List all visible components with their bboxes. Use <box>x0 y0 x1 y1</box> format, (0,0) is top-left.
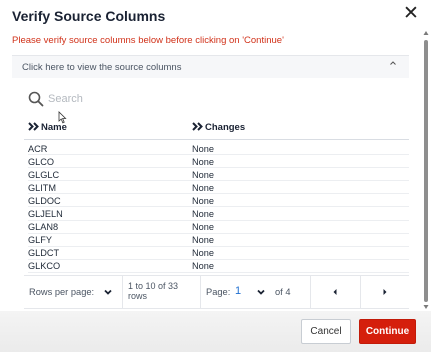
source-columns-toggle-label: Click here to view the source columns <box>22 62 182 73</box>
cell-changes: None <box>192 143 214 154</box>
dialog-header: Verify Source Columns ✕ <box>0 0 431 32</box>
table-row: ACR None <box>28 142 409 156</box>
double-chevron-right-icon <box>28 122 39 131</box>
page-label: Page: <box>206 287 231 297</box>
source-columns-panel: Click here to view the source columns Na… <box>12 55 409 311</box>
cell-changes: None <box>192 208 214 219</box>
divider <box>360 276 361 309</box>
next-page-icon[interactable] <box>378 285 392 299</box>
cell-changes: None <box>192 195 214 206</box>
current-page-select[interactable]: 1 <box>235 285 241 297</box>
warning-message: Please verify source columns below befor… <box>12 35 284 46</box>
previous-page-icon[interactable] <box>328 285 342 299</box>
continue-button[interactable]: Continue <box>359 319 416 344</box>
cell-name: ACR <box>28 143 48 154</box>
table-row: GLAN8 None <box>28 221 409 234</box>
column-header-name[interactable]: Name <box>28 122 67 136</box>
header-divider <box>24 139 409 140</box>
table-row: GLCO None <box>28 155 409 169</box>
search-icon <box>28 91 44 107</box>
table-body: ACR None GLCO None GLGLC None GLITM None GLD… <box>28 142 409 273</box>
scrollbar[interactable] <box>421 30 431 313</box>
close-icon[interactable]: ✕ <box>401 4 421 24</box>
cell-name: GLAN8 <box>28 222 59 233</box>
total-pages-text: of 4 <box>275 287 291 297</box>
search-box <box>28 88 268 112</box>
cell-name: GLDCT <box>28 248 60 259</box>
cell-changes: None <box>192 235 214 246</box>
cell-changes: None <box>192 261 214 272</box>
cell-name: GLGLC <box>28 169 60 180</box>
rows-range-text: 1 to 10 of 33 rows <box>128 281 179 301</box>
double-chevron-right-icon <box>192 122 203 131</box>
column-header-changes[interactable]: Changes <box>192 122 245 136</box>
scroll-up-icon[interactable] <box>423 30 429 36</box>
cell-name: GLFY <box>28 235 52 246</box>
table-row: GLFY None <box>28 234 409 247</box>
dialog-title: Verify Source Columns <box>12 8 166 24</box>
chevron-down-icon[interactable] <box>101 285 115 299</box>
column-header-label: Changes <box>205 122 246 133</box>
cell-name: GLJELN <box>28 208 63 219</box>
table-row: GLKCO None <box>28 260 409 273</box>
chevron-down-icon[interactable] <box>254 285 268 299</box>
cell-changes: None <box>192 248 214 259</box>
chevron-up-icon[interactable] <box>389 59 397 69</box>
scrollbar-thumb[interactable] <box>424 40 428 302</box>
rows-per-page-label: Rows per page: <box>29 287 95 297</box>
table-row: GLDOC None <box>28 194 409 208</box>
cell-changes: None <box>192 222 214 233</box>
divider <box>310 276 311 309</box>
table-row: GLJELN None <box>28 207 409 221</box>
cell-changes: None <box>192 169 214 180</box>
divider <box>200 276 201 309</box>
scroll-down-icon[interactable] <box>423 304 429 310</box>
table-row: GLITM None <box>28 181 409 195</box>
cell-changes: None <box>192 182 214 193</box>
cancel-button[interactable]: Cancel <box>301 319 351 344</box>
search-input[interactable] <box>48 90 258 108</box>
cell-changes: None <box>192 156 214 167</box>
cell-name: GLCO <box>28 156 55 167</box>
divider <box>122 276 123 309</box>
cell-name: GLITM <box>28 182 57 193</box>
cell-name: GLKCO <box>28 261 61 272</box>
cell-name: GLDOC <box>28 195 61 206</box>
column-header-label: Name <box>41 122 67 133</box>
table-row: GLDCT None <box>28 247 409 260</box>
pagination-bar: Rows per page: 1 to 10 of 33 rows Page: … <box>24 275 409 309</box>
source-columns-toggle[interactable]: Click here to view the source columns <box>12 56 409 78</box>
table-row: GLGLC None <box>28 168 409 182</box>
